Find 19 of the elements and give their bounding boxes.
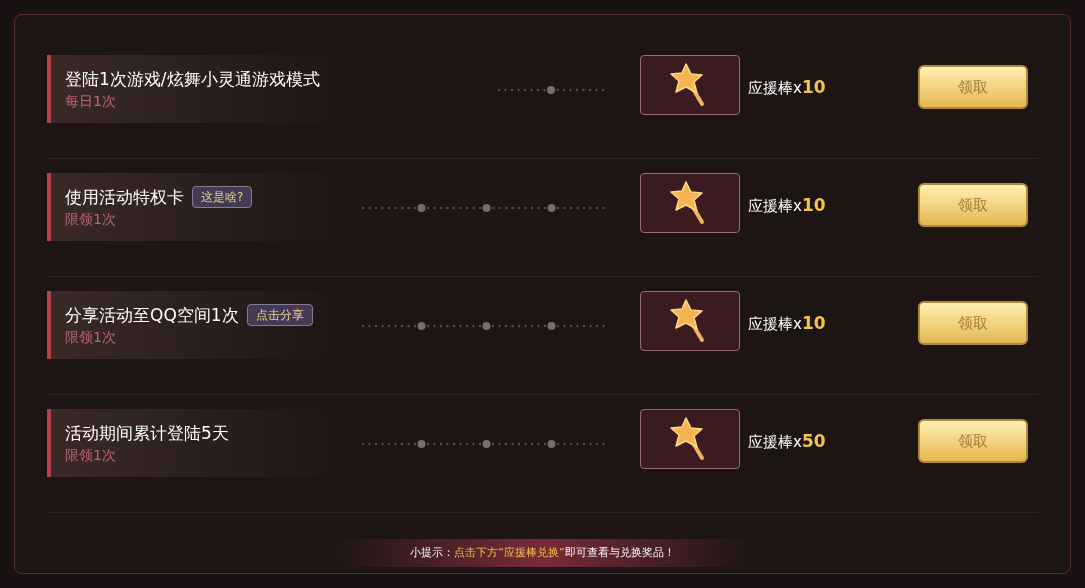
task-limit: 每日1次 [65,92,117,111]
tag-button[interactable]: 这是啥? [192,186,253,208]
task-title: 分享活动至QQ空间1次 [65,304,239,327]
reward-count: 应援棒x10 [748,312,826,335]
claim-button[interactable]: 领取 [918,183,1028,227]
task-limit: 限领1次 [65,446,117,465]
claim-button[interactable]: 领取 [918,65,1028,109]
reward-count: 应援棒x50 [748,430,826,453]
tip-text: 小提示：点击下方“应援棒兑换”即可查看与兑换奖品！ [410,544,675,561]
task-limit: 限领1次 [65,210,117,229]
claim-button[interactable]: 领取 [918,419,1028,463]
reward-count: 应援棒x10 [748,194,826,217]
task-title: 活动期间累计登陆5天 [65,422,229,445]
task-title: 登陆1次游戏/炫舞小灵通游戏模式 [65,68,320,91]
claim-button[interactable]: 领取 [918,301,1028,345]
task-limit: 限领1次 [65,328,117,347]
task-title: 使用活动特权卡 [65,186,184,209]
tag-button[interactable]: 点击分享 [246,304,313,326]
reward-count: 应援棒x10 [748,76,826,99]
